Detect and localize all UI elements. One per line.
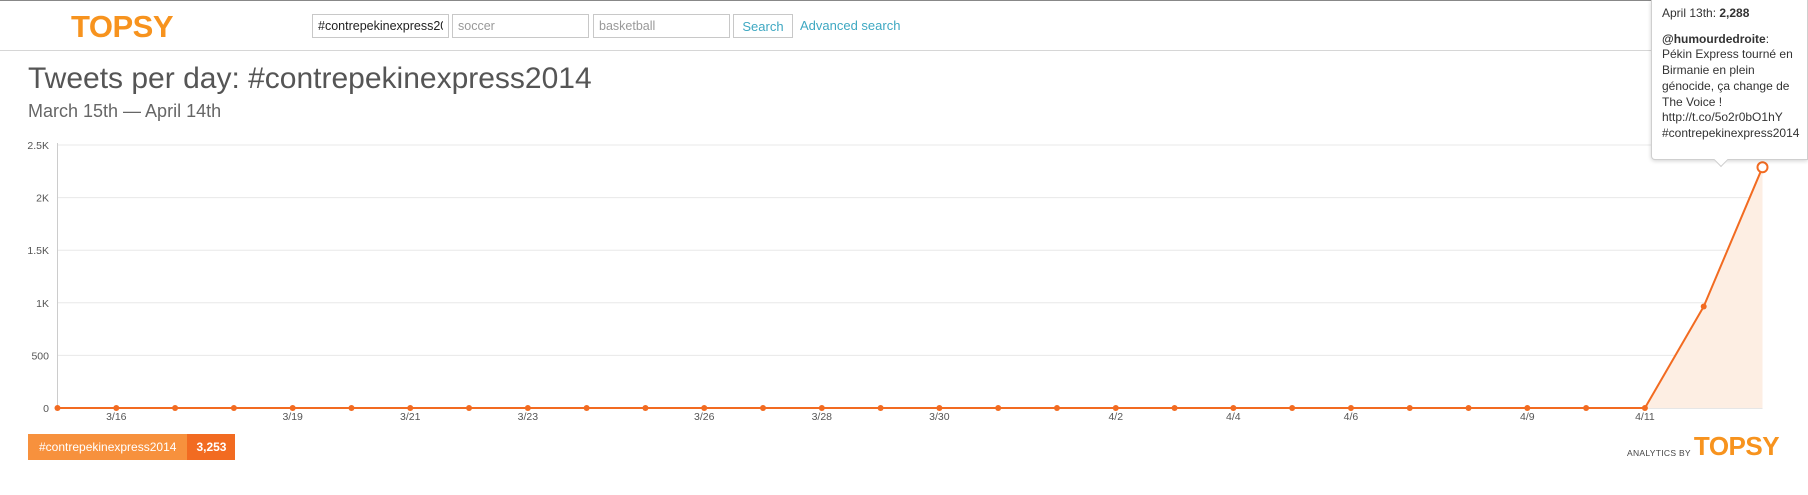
data-point xyxy=(1112,405,1119,411)
tooltip-user[interactable]: @humourdedroite xyxy=(1662,32,1766,46)
data-point xyxy=(1465,405,1472,411)
data-point xyxy=(1230,405,1237,411)
analytics-by-label: ANALYTICS BY xyxy=(1627,448,1691,458)
data-tooltip: April 13th: 2,288 @humourdedroite: Pékin… xyxy=(1651,0,1808,168)
data-point xyxy=(936,405,943,411)
y-tick-label: 2.5K xyxy=(27,140,49,152)
data-point xyxy=(877,405,884,411)
legend-series-count: 3,253 xyxy=(187,434,236,460)
data-point xyxy=(289,405,296,411)
data-point xyxy=(113,405,120,411)
y-tick-label: 2K xyxy=(36,193,49,205)
x-tick-label: 3/28 xyxy=(812,411,833,423)
data-point xyxy=(1289,405,1296,411)
data-point xyxy=(172,405,179,411)
data-point xyxy=(1347,405,1354,411)
data-point xyxy=(760,405,767,411)
x-tick-label: 3/16 xyxy=(106,411,127,423)
x-tick-label: 3/19 xyxy=(282,411,303,423)
analytics-branding[interactable]: ANALYTICS BY TOPSY xyxy=(1627,431,1780,462)
data-point xyxy=(466,405,473,411)
data-point xyxy=(642,405,649,411)
series-legend[interactable]: #contrepekinexpress2014 3,253 xyxy=(28,434,236,460)
x-tick-label: 3/26 xyxy=(694,411,715,423)
data-point xyxy=(407,405,414,411)
data-point xyxy=(995,405,1002,411)
tooltip-value: 2,288 xyxy=(1719,6,1750,20)
x-tick-label: 3/30 xyxy=(929,411,950,423)
data-point xyxy=(1406,405,1413,411)
x-tick-label: 3/21 xyxy=(400,411,421,423)
data-point xyxy=(1524,405,1531,411)
highlighted-data-point xyxy=(1756,161,1769,174)
tooltip-date: April 13th: xyxy=(1662,6,1717,20)
data-point xyxy=(230,405,237,411)
data-point xyxy=(818,405,825,411)
x-tick-label: 4/2 xyxy=(1108,411,1123,423)
x-tick-label: 4/9 xyxy=(1520,411,1535,423)
y-tick-label: 1.5K xyxy=(27,245,49,257)
data-point xyxy=(348,405,355,411)
tooltip-header: April 13th: 2,288 xyxy=(1662,6,1797,22)
data-point xyxy=(1583,405,1590,411)
x-tick-label: 4/6 xyxy=(1344,411,1359,423)
tooltip-text: : Pékin Express tourné en Birmanie en pl… xyxy=(1662,31,1800,140)
data-point xyxy=(524,405,531,411)
y-tick-label: 500 xyxy=(31,350,49,362)
x-tick-label: 4/11 xyxy=(1635,411,1655,423)
branding-logo: TOPSY xyxy=(1693,431,1780,461)
x-tick-label: 4/4 xyxy=(1226,411,1241,423)
data-point xyxy=(1053,405,1060,411)
data-point xyxy=(1641,405,1648,411)
data-point xyxy=(701,405,708,411)
series-line xyxy=(57,166,1764,409)
legend-series-name: #contrepekinexpress2014 xyxy=(28,434,188,460)
x-tick-label: 3/23 xyxy=(518,411,539,423)
data-point xyxy=(1700,303,1707,310)
data-point xyxy=(1171,405,1178,411)
data-point xyxy=(583,405,590,411)
y-tick-label: 0 xyxy=(43,403,49,415)
data-point xyxy=(54,405,61,411)
tweets-per-day-chart[interactable]: 0 500 1K 1.5K 2K 2.5K 3/16 3/19 3/21 3/23 3/26 3/28… xyxy=(0,0,1808,495)
y-tick-label: 1K xyxy=(36,298,49,310)
tooltip-tweet: @humourdedroite: Pékin Express tourné en… xyxy=(1662,31,1800,142)
series-area xyxy=(57,167,1763,408)
